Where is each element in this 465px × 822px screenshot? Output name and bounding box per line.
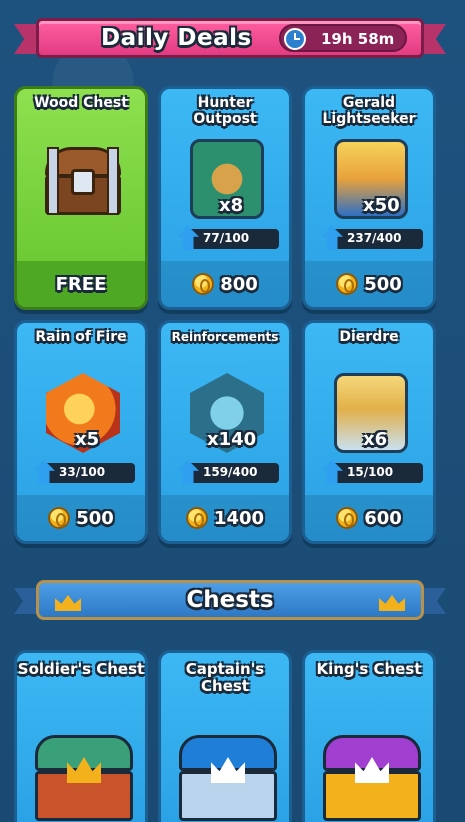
progress-text: 159/400 bbox=[203, 465, 258, 479]
deal-qty: x8 bbox=[219, 195, 244, 216]
wood-chest-icon bbox=[41, 143, 125, 221]
deal-footer: 500 bbox=[17, 495, 145, 541]
deal-card-reinforcements[interactable]: Reinforcements x140 159/400 1400 bbox=[158, 320, 292, 544]
banner-body: Chests bbox=[36, 580, 424, 620]
deal-name: Rain of Fire bbox=[35, 329, 127, 345]
coin-icon bbox=[48, 507, 71, 529]
coin-icon bbox=[192, 273, 215, 295]
captain-chest-icon bbox=[179, 735, 277, 822]
progress-bar: 33/100 bbox=[33, 460, 135, 484]
deal-name: Gerald Lightseeker bbox=[322, 95, 416, 127]
upgrade-arrow-icon bbox=[33, 460, 55, 484]
deal-card-wood-chest[interactable]: Wood Chest FREE bbox=[14, 86, 148, 310]
deal-card-dierdre[interactable]: Dierdre x6 15/100 600 bbox=[302, 320, 436, 544]
chests-title: Chests bbox=[186, 587, 274, 613]
deal-name: Wood Chest bbox=[34, 95, 128, 111]
clock-icon bbox=[284, 28, 306, 50]
soldier-chest-icon bbox=[35, 735, 133, 822]
deals-timer: 19h 58m bbox=[279, 24, 407, 52]
deal-footer: FREE bbox=[17, 261, 145, 307]
deal-price: FREE bbox=[55, 273, 107, 295]
chest-card-captain[interactable]: Captain's Chest bbox=[158, 650, 292, 822]
banner-body: Daily Deals 19h 58m bbox=[36, 18, 424, 58]
deal-card-hunter-outpost[interactable]: Hunter Outpost x8 77/100 800 bbox=[158, 86, 292, 310]
daily-deals-banner: Daily Deals 19h 58m bbox=[14, 14, 446, 60]
deal-qty: x50 bbox=[363, 195, 400, 216]
deal-price: 500 bbox=[76, 507, 114, 529]
chest-card-soldier[interactable]: Soldier's Chest bbox=[14, 650, 148, 822]
progress-text: 77/100 bbox=[203, 231, 250, 245]
progress-bar: 15/100 bbox=[321, 460, 423, 484]
deal-price: 800 bbox=[220, 273, 258, 295]
daily-deals-title: Daily Deals bbox=[101, 25, 252, 51]
progress-text: 33/100 bbox=[59, 465, 106, 479]
deal-name: Reinforcements bbox=[171, 330, 279, 344]
deal-footer: 1400 bbox=[161, 495, 289, 541]
deal-price: 500 bbox=[364, 273, 402, 295]
chest-name: King's Chest bbox=[316, 660, 422, 678]
chests-banner: Chests bbox=[14, 578, 446, 622]
progress-text: 237/400 bbox=[347, 231, 402, 245]
deal-price: 600 bbox=[364, 507, 402, 529]
deal-footer: 500 bbox=[305, 261, 433, 307]
upgrade-arrow-icon bbox=[321, 226, 343, 250]
progress-bar: 159/400 bbox=[177, 460, 279, 484]
deal-name: Dierdre bbox=[339, 329, 399, 345]
deal-name: Hunter Outpost bbox=[193, 95, 257, 127]
progress-text: 15/100 bbox=[347, 465, 394, 479]
deal-qty: x6 bbox=[363, 429, 388, 450]
deal-footer: 600 bbox=[305, 495, 433, 541]
deal-card-rain-of-fire[interactable]: Rain of Fire x5 33/100 500 bbox=[14, 320, 148, 544]
deal-qty: x140 bbox=[207, 429, 257, 450]
coin-icon bbox=[185, 507, 208, 529]
chest-name: Soldier's Chest bbox=[17, 660, 145, 678]
timer-text: 19h 58m bbox=[321, 30, 395, 48]
coin-icon bbox=[336, 273, 359, 295]
king-chest-icon bbox=[323, 735, 421, 822]
upgrade-arrow-icon bbox=[177, 226, 199, 250]
chest-name: Captain's Chest bbox=[185, 660, 265, 695]
progress-bar: 237/400 bbox=[321, 226, 423, 250]
upgrade-arrow-icon bbox=[177, 460, 199, 484]
chest-card-king[interactable]: King's Chest bbox=[302, 650, 436, 822]
deal-footer: 800 bbox=[161, 261, 289, 307]
deal-card-gerald-lightseeker[interactable]: Gerald Lightseeker x50 237/400 500 bbox=[302, 86, 436, 310]
coin-icon bbox=[336, 507, 359, 529]
upgrade-arrow-icon bbox=[321, 460, 343, 484]
progress-bar: 77/100 bbox=[177, 226, 279, 250]
deal-price: 1400 bbox=[213, 507, 265, 529]
deal-qty: x5 bbox=[75, 429, 100, 450]
